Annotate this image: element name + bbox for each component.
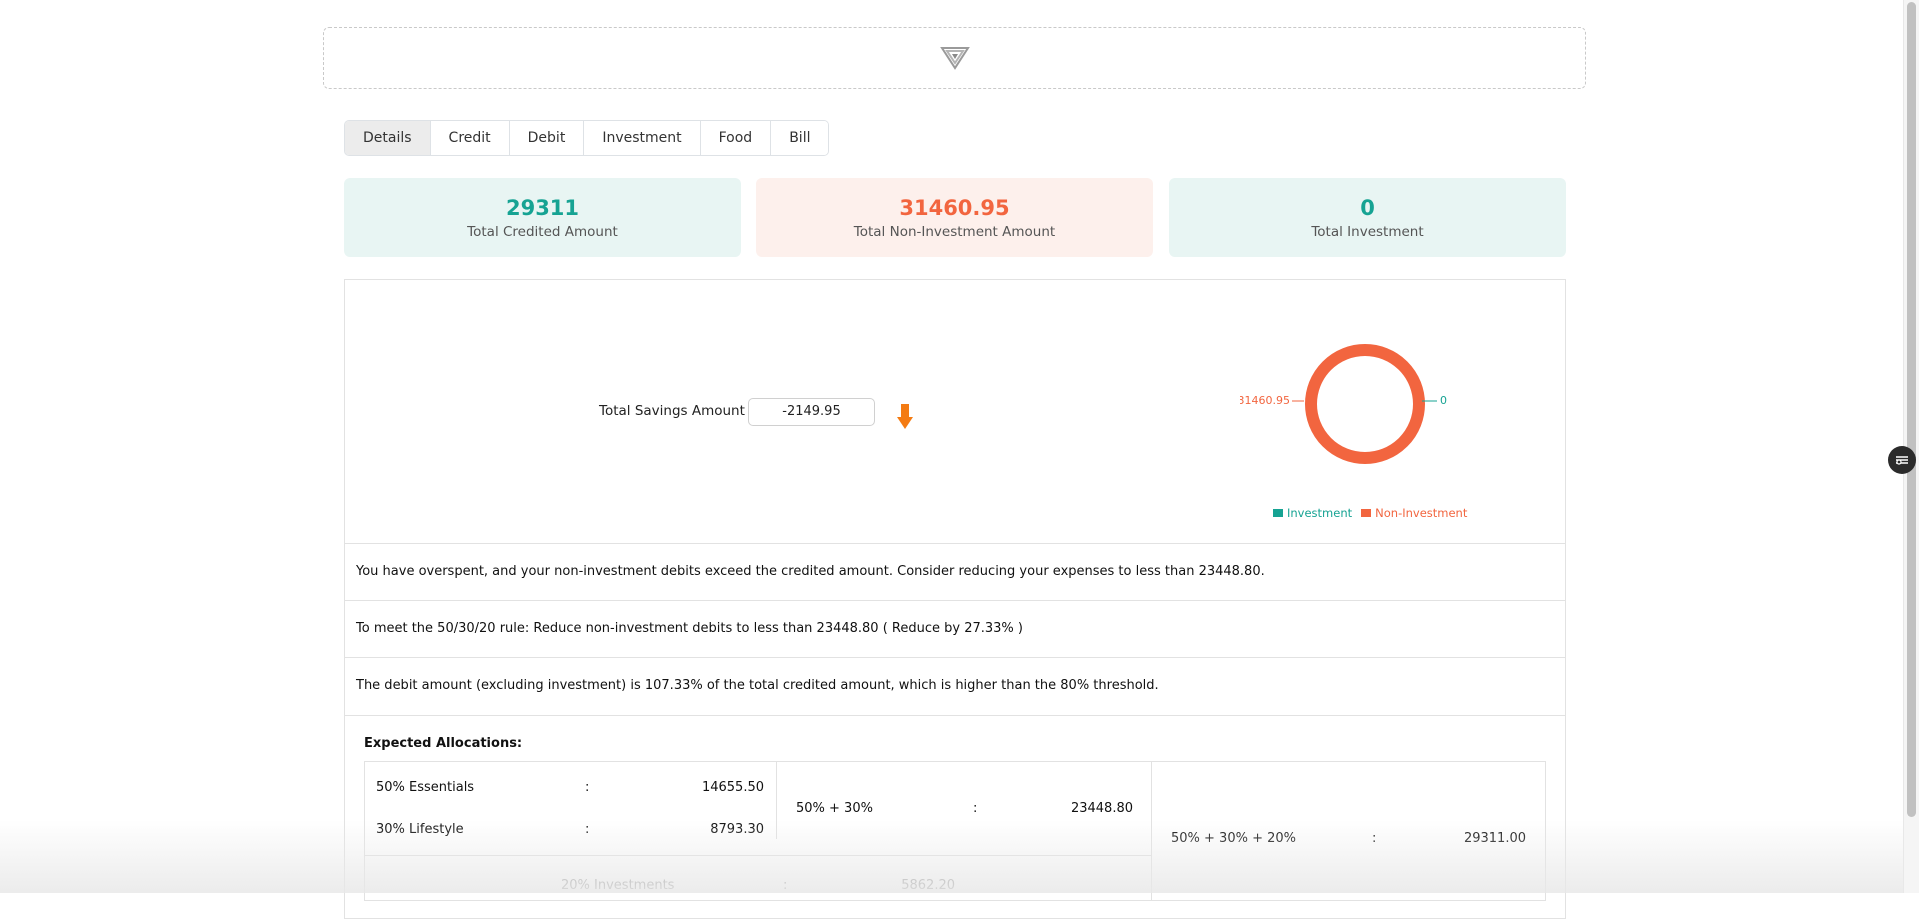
data-label-non-investment: 31460.95 (1240, 394, 1290, 407)
tab-credit[interactable]: Credit (430, 121, 510, 155)
essentials-lifestyle-sep: : (973, 801, 978, 816)
tab-debit[interactable]: Debit (509, 121, 585, 155)
overspent-message: You have overspent, and your non-investm… (344, 543, 1566, 601)
lifestyle-sep: : (585, 822, 590, 837)
total-investment-value: 0 (1360, 196, 1375, 220)
sliders-icon (1896, 456, 1908, 465)
divider (776, 761, 777, 839)
data-label-investment: 0 (1440, 394, 1447, 407)
total-credited-card: 29311 Total Credited Amount (344, 178, 741, 257)
header-logo-box (323, 27, 1586, 89)
divider (1151, 761, 1152, 901)
total-credited-value: 29311 (505, 196, 580, 220)
legend-swatch-non-investment (1361, 509, 1372, 517)
threshold-message: The debit amount (excluding investment) … (344, 657, 1566, 715)
savings-donut-chart: 31460.95 0 (1240, 344, 1447, 464)
slice-non-investment[interactable] (1305, 344, 1425, 464)
savings-label: Total Savings Amount : (599, 403, 754, 419)
rule-message: To meet the 50/30/20 rule: Reduce non-in… (344, 600, 1566, 658)
investments-sep: : (783, 878, 788, 893)
arrow-down-icon (897, 404, 913, 429)
legend-item-investment[interactable]: Investment (1287, 506, 1352, 520)
scrollbar-thumb[interactable] (1907, 2, 1916, 817)
divider (364, 855, 1152, 856)
essentials-lifestyle-value: 23448.80 (1070, 801, 1133, 816)
chart-legend: Investment Non-Investment (1273, 506, 1467, 520)
savings-amount-field[interactable]: -2149.95 (748, 398, 875, 426)
essentials-label: 50% Essentials (376, 780, 475, 795)
divider (344, 715, 1566, 716)
total-allocation-label: 50% + 30% + 20% (1171, 831, 1296, 846)
settings-fab-button[interactable] (1888, 446, 1916, 474)
essentials-value: 14655.50 (701, 780, 764, 795)
allocations-title: Expected Allocations: (364, 736, 523, 751)
tab-food[interactable]: Food (700, 121, 772, 155)
lifestyle-label: 30% Lifestyle (376, 822, 464, 837)
total-non-investment-card: 31460.95 Total Non-Investment Amount (756, 178, 1153, 257)
investments-label: 20% Investments (561, 878, 675, 893)
legend-item-non-investment[interactable]: Non-Investment (1375, 506, 1467, 520)
legend-swatch-investment (1273, 509, 1283, 517)
essentials-sep: : (585, 780, 590, 795)
tab-bill[interactable]: Bill (771, 121, 829, 155)
tab-bar: Details Credit Debit Investment Food Bil… (344, 120, 830, 156)
allocations-table (364, 761, 1546, 901)
total-allocation-sep: : (1372, 831, 1377, 846)
total-investment-card: 0 Total Investment (1169, 178, 1566, 257)
investments-value: 5862.20 (901, 878, 955, 893)
total-allocation-value: 29311.00 (1463, 831, 1526, 846)
lifestyle-value: 8793.30 (710, 822, 764, 837)
logo-icon (940, 47, 970, 70)
total-investment-label: Total Investment (1311, 224, 1424, 240)
tab-investment[interactable]: Investment (584, 121, 701, 155)
total-non-investment-label: Total Non-Investment Amount (853, 224, 1056, 240)
tab-details[interactable]: Details (345, 121, 431, 155)
total-credited-label: Total Credited Amount (467, 224, 618, 240)
total-non-investment-value: 31460.95 (899, 196, 1010, 220)
essentials-lifestyle-label: 50% + 30% (796, 801, 873, 816)
